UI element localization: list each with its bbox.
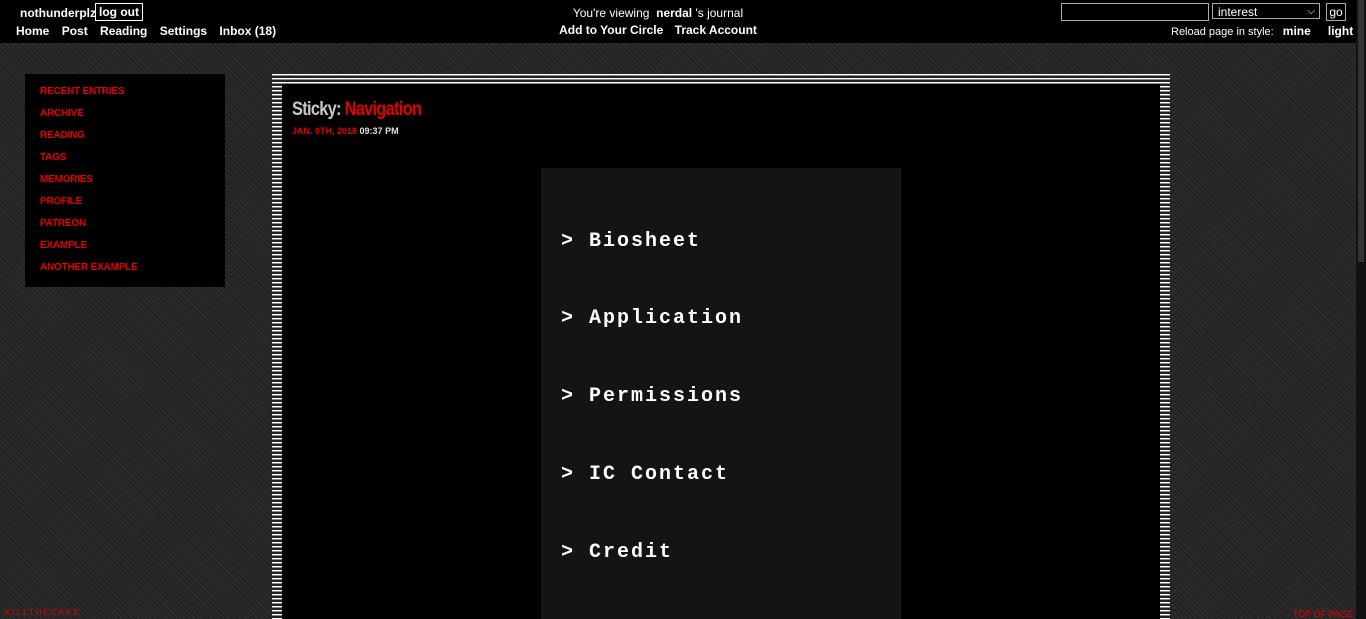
sidebar-item-memories[interactable]: MEMORIES <box>40 174 225 196</box>
journal-suffix: 's journal <box>695 6 744 20</box>
sidebar-item-example[interactable]: EXAMPLE <box>40 240 225 262</box>
entry-title: Sticky: Navigation <box>292 99 422 121</box>
page-scrollbar[interactable] <box>1356 0 1366 619</box>
nav-link-ic-contact[interactable]: > IC Contact <box>561 463 729 486</box>
search-type-select[interactable]: interest ⌵ <box>1212 3 1320 19</box>
sidebar-item-tags[interactable]: TAGS <box>40 152 225 174</box>
search-input[interactable] <box>1061 3 1209 21</box>
search-go-button[interactable]: go <box>1326 3 1346 21</box>
nav-link-permissions[interactable]: > Permissions <box>561 385 743 408</box>
nav-link-credit[interactable]: > Credit <box>561 541 673 564</box>
search-type-value: interest <box>1218 5 1258 19</box>
sidebar-item-profile[interactable]: PROFILE <box>40 196 225 218</box>
sidebar-item-patreon[interactable]: PATREON <box>40 218 225 240</box>
sidebar-item-reading[interactable]: READING <box>40 130 225 152</box>
sidebar-item-another-example[interactable]: ANOTHER EXAMPLE <box>40 262 225 284</box>
chevron-down-icon: ⌵ <box>1307 6 1315 17</box>
entry-datetime: JAN. 9TH, 2018 09:37 PM <box>292 126 399 136</box>
sidebar-item-recent-entries[interactable]: RECENT ENTRIES <box>40 86 225 108</box>
top-of-page-link[interactable]: TOP OF PAGE <box>1293 609 1353 619</box>
sidebar-menu: RECENT ENTRIES ARCHIVE READING TAGS MEMO… <box>25 74 225 287</box>
top-navigation-bar: nothunderplz log out Home Post Reading S… <box>0 0 1356 43</box>
sticky-label: Sticky: <box>292 99 341 120</box>
nav-link-application[interactable]: > Application <box>561 307 743 330</box>
sticky-entry: Sticky: Navigation JAN. 9TH, 2018 09:37 … <box>282 84 1160 619</box>
add-to-circle-link[interactable]: Add to Your Circle <box>559 23 663 37</box>
viewing-prefix: You're viewing <box>572 6 650 20</box>
reload-style-options: Reload page in style: mine light <box>1171 24 1353 38</box>
journal-name-link[interactable]: nerdal <box>656 6 692 20</box>
navigation-panel: > Biosheet > Application > Permissions >… <box>541 168 901 619</box>
layout-credit-link[interactable]: KILLTHECAKE <box>5 608 81 617</box>
entry-date-link[interactable]: JAN. 9TH, 2018 <box>292 126 357 136</box>
entry-title-link[interactable]: Navigation <box>345 99 422 120</box>
track-account-link[interactable]: Track Account <box>675 23 757 37</box>
scrollbar-thumb[interactable] <box>1358 0 1364 262</box>
style-light-link[interactable]: light <box>1328 24 1353 38</box>
nav-link-biosheet[interactable]: > Biosheet <box>561 230 701 253</box>
sidebar-item-archive[interactable]: ARCHIVE <box>40 108 225 130</box>
entry-time: 09:37 PM <box>359 126 399 136</box>
style-mine-link[interactable]: mine <box>1283 24 1311 38</box>
journal-actions: Add to Your Circle Track Account <box>0 23 1316 37</box>
reload-label: Reload page in style: <box>1171 26 1274 38</box>
